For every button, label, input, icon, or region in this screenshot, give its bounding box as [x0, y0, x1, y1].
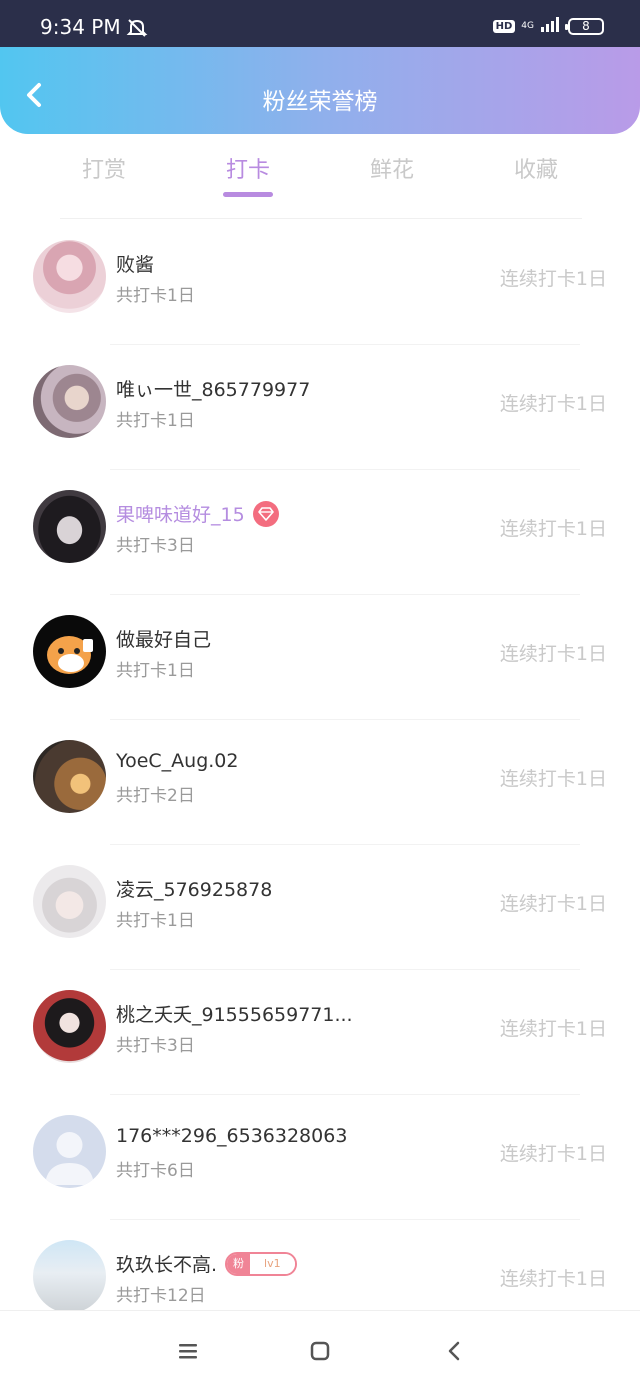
page-title: 粉丝荣誉榜	[262, 89, 378, 115]
fan-label: 粉	[227, 1253, 251, 1274]
avatar[interactable]	[33, 990, 106, 1063]
fan-level-badge: 粉 lv1	[225, 1251, 297, 1276]
status-indicators: HD 4G 8	[492, 16, 604, 36]
tab-checkin[interactable]: 打卡	[226, 152, 270, 184]
total-checkin: 共打卡2日	[116, 786, 195, 806]
tabs-divider	[60, 218, 582, 219]
diamond-badge-icon	[252, 500, 279, 527]
total-checkin: 共打卡1日	[116, 911, 195, 931]
avatar[interactable]	[33, 240, 106, 313]
tab-flowers[interactable]: 鲜花	[370, 152, 414, 184]
menu-icon	[179, 1344, 197, 1359]
avatar[interactable]	[33, 740, 106, 813]
avatar[interactable]	[33, 615, 106, 688]
nav-back-button[interactable]	[440, 1337, 468, 1365]
avatar[interactable]	[33, 365, 106, 438]
avatar[interactable]	[33, 865, 106, 938]
tab-indicator	[223, 192, 273, 197]
battery-icon: 8	[565, 17, 604, 35]
avatar[interactable]	[33, 1240, 106, 1313]
header-bar: 9:34 PM HD 4G 8 粉丝荣誉榜	[0, 0, 640, 134]
streak-checkin: 连续打卡1日	[499, 1018, 607, 1040]
tab-reward[interactable]: 打赏	[82, 152, 126, 184]
total-checkin: 共打卡3日	[116, 1036, 195, 1056]
total-checkin: 共打卡1日	[116, 411, 195, 431]
streak-checkin: 连续打卡1日	[499, 643, 607, 665]
list-item[interactable]: 做最好自己 共打卡1日 连续打卡1日	[0, 595, 640, 720]
home-square-icon	[310, 1341, 330, 1361]
list-item[interactable]: 176***296_6536328063 共打卡6日 连续打卡1日	[0, 1095, 640, 1220]
hd-badge: HD	[492, 19, 516, 33]
streak-checkin: 连续打卡1日	[499, 893, 607, 915]
streak-checkin: 连续打卡1日	[499, 1143, 607, 1165]
total-checkin: 共打卡12日	[116, 1286, 206, 1306]
list-item[interactable]: 唯ぃ一世_865779977 共打卡1日 连续打卡1日	[0, 345, 640, 470]
cartoon-avatar-icon	[47, 636, 93, 674]
user-name: YoeC_Aug.02	[116, 750, 239, 772]
total-checkin: 共打卡1日	[116, 661, 195, 681]
menu-button[interactable]	[174, 1337, 202, 1365]
list-item[interactable]: 凌云_576925878 共打卡1日 连续打卡1日	[0, 845, 640, 970]
default-user-icon	[45, 1132, 94, 1185]
streak-checkin: 连续打卡1日	[499, 268, 607, 290]
home-button[interactable]	[306, 1337, 334, 1365]
status-time: 9:34 PM	[40, 15, 121, 39]
streak-checkin: 连续打卡1日	[499, 1268, 607, 1290]
mute-bell-icon	[126, 17, 148, 43]
total-checkin: 共打卡6日	[116, 1161, 195, 1181]
user-name: 唯ぃ一世_865779977	[116, 379, 311, 401]
user-name: 176***296_6536328063	[116, 1125, 348, 1147]
fan-level: lv1	[250, 1253, 295, 1274]
user-name: 败酱	[116, 254, 155, 276]
streak-checkin: 连续打卡1日	[499, 768, 607, 790]
total-checkin: 共打卡1日	[116, 286, 195, 306]
streak-checkin: 连续打卡1日	[499, 393, 607, 415]
tab-bar: 打赏 打卡 鲜花 收藏	[0, 134, 640, 214]
streak-checkin: 连续打卡1日	[499, 518, 607, 540]
avatar[interactable]	[33, 490, 106, 563]
list-item[interactable]: 桃之夭夭_91555659771... 共打卡3日 连续打卡1日	[0, 970, 640, 1095]
avatar[interactable]	[33, 1115, 106, 1188]
user-name: 玖玖长不高. 粉 lv1	[116, 1250, 297, 1277]
system-nav-bar	[0, 1310, 640, 1387]
user-name: 桃之夭夭_91555659771...	[116, 1004, 353, 1026]
status-bar: 9:34 PM HD 4G 8	[0, 0, 640, 47]
signal-icon	[540, 16, 562, 36]
list-item[interactable]: 败酱 共打卡1日 连续打卡1日	[0, 220, 640, 345]
list-item[interactable]: 果啤味道好_15 共打卡3日 连续打卡1日	[0, 470, 640, 595]
user-name: 做最好自己	[116, 629, 212, 651]
tab-favorites[interactable]: 收藏	[514, 152, 558, 184]
total-checkin: 共打卡3日	[116, 536, 195, 556]
network-type: 4G	[521, 20, 534, 31]
back-arrow-icon	[448, 1341, 460, 1361]
list-item[interactable]: YoeC_Aug.02 共打卡2日 连续打卡1日	[0, 720, 640, 845]
user-name: 凌云_576925878	[116, 879, 273, 901]
user-name: 果啤味道好_15	[116, 500, 279, 527]
